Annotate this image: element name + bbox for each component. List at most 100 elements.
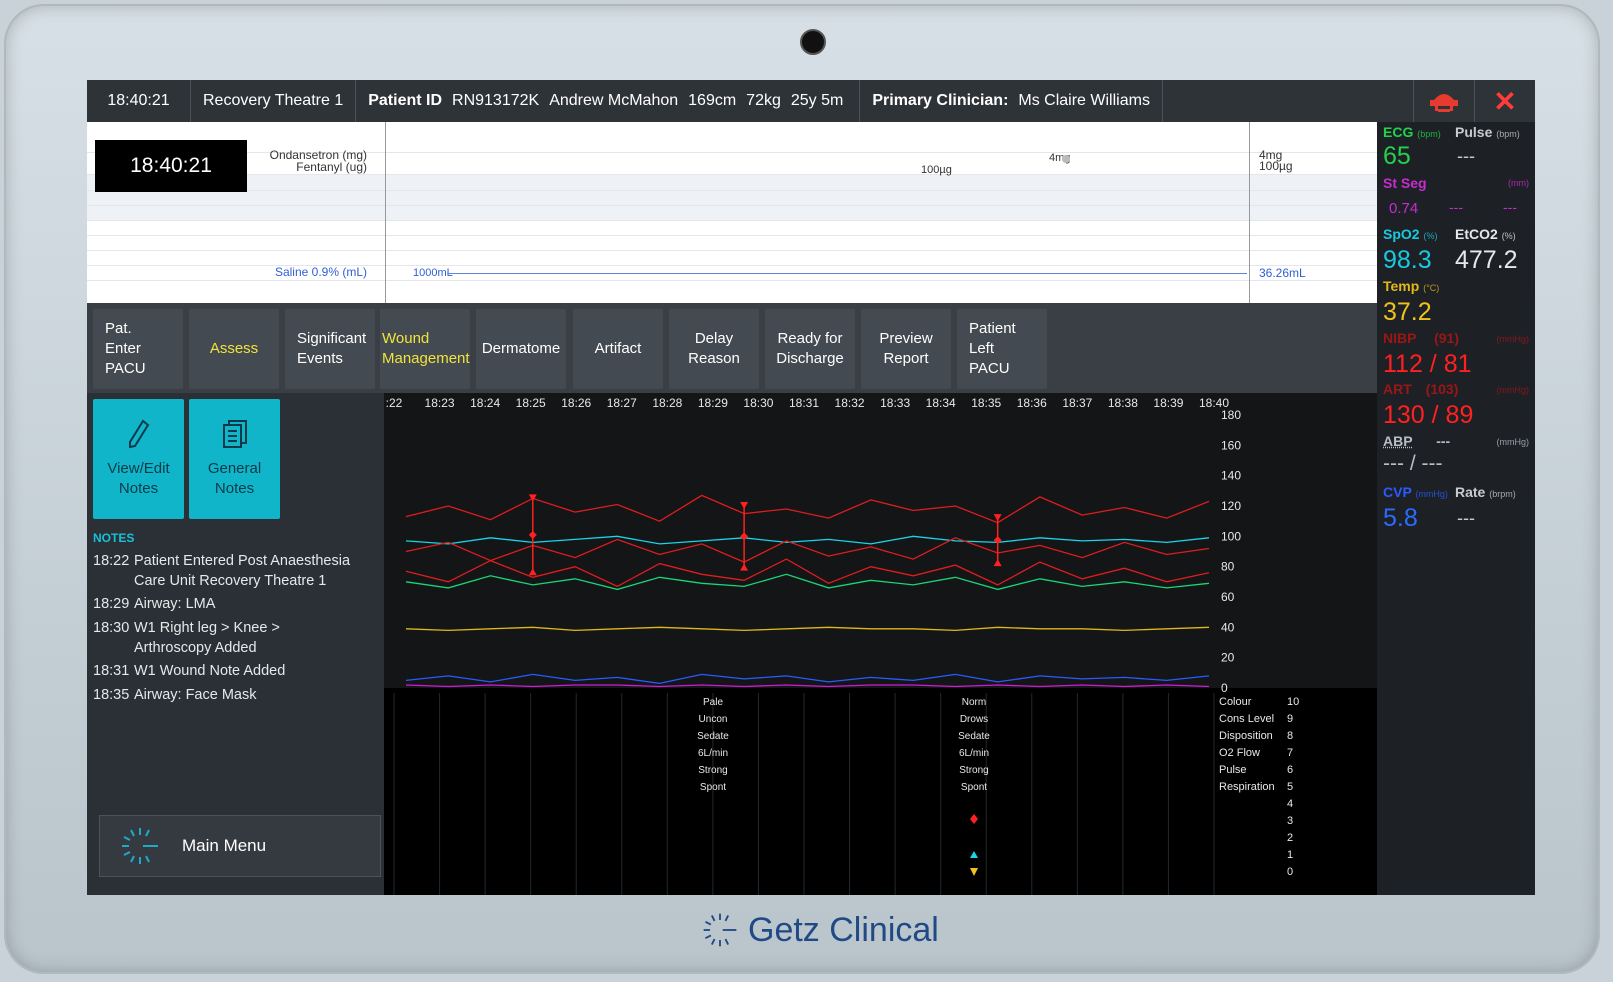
art-value: 130 / 89 xyxy=(1383,401,1474,429)
note-item: 18:30 W1 Right leg > Knee > Arthroscopy Ad… xyxy=(93,620,280,656)
notes-panel: View/Edit Notes General Notes NOTES 18:2… xyxy=(87,393,384,895)
main-menu-label: Main Menu xyxy=(182,836,267,855)
nibp-value: 112 / 81 xyxy=(1383,350,1472,378)
saline-line xyxy=(447,273,1247,274)
action-bar: Pat. Enter PACU Assess Significant Events … xyxy=(87,303,1377,393)
score-scale-label: 4 xyxy=(1287,798,1293,810)
trend-series-line xyxy=(405,558,1210,588)
close-button[interactable]: ✕ xyxy=(1474,80,1535,122)
score-entry: Sedate xyxy=(958,731,990,742)
trend-chart: :22 18:23 18:24 18:25 18:26 18:27 18:28 18:29 18… xyxy=(384,393,1377,895)
fentanyl-dose[interactable]: 100µg xyxy=(921,164,952,176)
y-tick-label: 80 xyxy=(1221,560,1235,574)
st-seg-value: 0.74 xyxy=(1389,200,1419,217)
bp-systolic-marker xyxy=(993,514,1002,522)
patient-age: 25y 5m xyxy=(790,92,844,109)
st-seg-value-3: --- xyxy=(1503,199,1517,215)
brand-logo: Getz Clinical xyxy=(700,910,939,950)
close-icon: ✕ xyxy=(1493,85,1517,117)
trend-series-line xyxy=(405,535,1210,545)
document-icon xyxy=(222,420,247,448)
screen: 18:40:21 Recovery Theatre 1 Patient ID R… xyxy=(87,80,1535,895)
x-tick-label: 18:35 xyxy=(971,396,1001,410)
patient-id-label: Patient ID xyxy=(368,92,443,109)
view-edit-notes-button[interactable]: View/Edit Notes xyxy=(93,399,184,519)
spo2-value: 98.3 xyxy=(1383,246,1432,274)
score-label: O2 Flow xyxy=(1219,747,1260,759)
patient-name: Andrew McMahon xyxy=(549,92,679,109)
trend-series-line xyxy=(405,684,1210,688)
y-tick-label: 20 xyxy=(1221,651,1235,665)
drug-chart: 18:40:21 Ondansetron (mg) Fentanyl (ug) … xyxy=(87,122,1377,303)
abp-value: --- / --- xyxy=(1383,452,1443,475)
pencil-icon xyxy=(128,419,149,449)
saline-label: Saline 0.9% (mL) xyxy=(274,265,367,279)
assess-button[interactable]: Assess xyxy=(189,309,279,389)
y-tick-label: 140 xyxy=(1221,469,1241,483)
fentanyl-total: 100µg xyxy=(1259,159,1293,173)
pat-enter-pacu-button[interactable]: Pat. Enter PACU xyxy=(93,309,183,389)
score-entry: Sedate xyxy=(697,731,729,742)
delay-reason-button[interactable]: Delay Reason xyxy=(669,309,759,389)
st-seg-value-2: --- xyxy=(1449,199,1463,215)
y-tick-label: 160 xyxy=(1221,438,1241,452)
rate-label: Rate (brpm) xyxy=(1455,484,1516,500)
x-tick-label: 18:25 xyxy=(516,396,546,410)
etco2-value: 477.2 xyxy=(1455,246,1518,274)
score-entry: Pale xyxy=(703,697,723,708)
score-entry: 6L/min xyxy=(698,748,728,759)
x-tick-label: :22 xyxy=(386,396,403,410)
x-tick-label: 18:34 xyxy=(926,396,956,410)
pulse-label: Pulse (bpm) xyxy=(1455,124,1520,140)
pulse-value: --- xyxy=(1457,146,1475,166)
x-tick-label: 18:27 xyxy=(607,396,637,410)
x-tick-label: 18:38 xyxy=(1108,396,1138,410)
art-label: ART (103) (mmHg) xyxy=(1383,381,1529,397)
y-tick-label: 60 xyxy=(1221,590,1235,604)
getz-logo-icon xyxy=(703,913,737,947)
wound-management-button[interactable]: Wound Management xyxy=(380,309,470,389)
score-label: Disposition xyxy=(1219,730,1273,742)
general-notes-button[interactable]: General Notes xyxy=(189,399,280,519)
patient-id: RN913172K xyxy=(452,92,540,109)
note-item: 18:22 Patient Entered Post Anaesthesia Car… xyxy=(93,553,351,589)
x-tick-label: 18:39 xyxy=(1153,396,1183,410)
significant-events-button[interactable]: Significant Events xyxy=(285,309,375,389)
score-scale-label: 6 xyxy=(1287,764,1293,776)
spo2-label: SpO2 (%) xyxy=(1383,226,1438,242)
patient-left-pacu-button[interactable]: Patient Left PACU xyxy=(957,309,1047,389)
note-item: 18:31 W1 Wound Note Added xyxy=(93,663,286,679)
vitals-panel: ECG (bpm) Pulse (bpm) 65 --- St Seg (mm) … xyxy=(1377,122,1535,895)
ready-for-discharge-button[interactable]: Ready for Discharge xyxy=(765,309,855,389)
preview-report-button[interactable]: Preview Report xyxy=(861,309,951,389)
cvp-value: 5.8 xyxy=(1383,504,1418,532)
score-scale-label: 10 xyxy=(1287,696,1299,708)
patient-height: 169cm xyxy=(688,92,737,109)
dermatome-button[interactable]: Dermatome xyxy=(476,309,566,389)
alarm-button[interactable] xyxy=(1413,80,1474,122)
abp-label: ABP --- (mmHg) xyxy=(1383,433,1529,449)
score-entry: Norm xyxy=(962,697,986,708)
score-scale-label: 3 xyxy=(1287,815,1293,827)
alarm-icon xyxy=(1430,94,1458,112)
drug-chart-clock: 18:40:21 xyxy=(95,140,247,192)
main-menu-button[interactable]: Main Menu xyxy=(99,815,381,877)
score-scale-label: 1 xyxy=(1287,849,1293,861)
bp-mean-marker xyxy=(740,532,749,541)
fentanyl-label: Fentanyl (ug) xyxy=(296,160,367,174)
x-tick-label: 18:29 xyxy=(698,396,728,410)
score-scale-label: 0 xyxy=(1287,866,1293,878)
bp-diastolic-marker xyxy=(528,568,537,576)
artifact-button[interactable]: Artifact xyxy=(573,309,663,389)
score-entry: Uncon xyxy=(699,714,728,725)
x-tick-label: 18:23 xyxy=(425,396,455,410)
trend-series-line xyxy=(405,626,1210,632)
y-tick-label: 40 xyxy=(1221,620,1235,634)
x-tick-label: 18:33 xyxy=(880,396,910,410)
score-scale-label: 7 xyxy=(1287,747,1293,759)
getz-logo-icon xyxy=(122,828,158,864)
nibp-label: NIBP (91) (mmHg) xyxy=(1383,330,1529,346)
score-entry: Strong xyxy=(698,765,727,776)
patient-weight: 72kg xyxy=(746,92,781,109)
score-entry: Strong xyxy=(959,765,988,776)
